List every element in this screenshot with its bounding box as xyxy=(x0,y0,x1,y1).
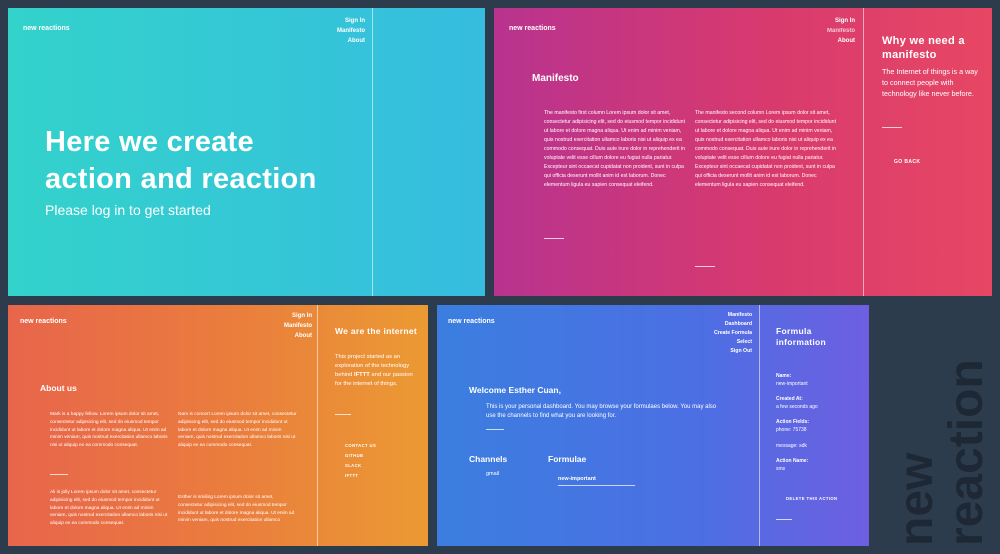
nav-about[interactable]: About xyxy=(284,331,312,341)
home-headline: Here we create action and reaction xyxy=(45,124,317,198)
manifesto-side-title: Why we need a manifesto xyxy=(882,35,965,61)
watermark-word-1: new xyxy=(890,452,943,546)
formula-info-fields: Name: new-important Created At: a few se… xyxy=(776,373,864,473)
field-label: Action Fields: xyxy=(776,419,810,426)
watermark-word-2: reaction xyxy=(940,359,988,546)
nav-dashboard[interactable]: Dashboard xyxy=(714,320,752,329)
home-screen: new reactions Sign In Manifesto About He… xyxy=(8,8,485,296)
rule xyxy=(695,266,715,267)
dashboard-screen: new reactions Manifesto Dashboard Create… xyxy=(437,305,869,546)
nav-sign-in[interactable]: Sign In xyxy=(337,16,365,26)
nav-sign-out[interactable]: Sign Out xyxy=(714,347,752,356)
rule xyxy=(50,474,68,475)
headline-line-1: Here we create xyxy=(45,126,254,158)
nav-about[interactable]: About xyxy=(827,36,855,46)
manifesto-screen: new reactions Sign In Manifesto About Ma… xyxy=(494,8,992,296)
about-para-2: Nam is concert Lorem ipsum dolor sit ame… xyxy=(178,412,297,449)
field-value: new-important xyxy=(776,380,808,387)
brand-logo[interactable]: new reactions xyxy=(20,318,67,325)
nav-manifesto[interactable]: Manifesto xyxy=(714,311,752,320)
nav-manifesto[interactable]: Manifesto xyxy=(827,26,855,36)
formula-item[interactable]: new-important xyxy=(558,476,635,486)
manifesto-title: Manifesto xyxy=(532,73,579,84)
rule xyxy=(882,127,902,128)
field-value: sms xyxy=(776,465,786,472)
rule xyxy=(776,519,792,520)
welcome-title: Welcome Esther Cuan, xyxy=(469,385,561,395)
field-label: Action Name: xyxy=(776,458,809,465)
field-label: Created At: xyxy=(776,396,803,403)
nav-create-formula[interactable]: Create Formula xyxy=(714,329,752,338)
field-label: Name: xyxy=(776,373,792,379)
field-value: message: sdk xyxy=(776,442,807,449)
dashboard-nav: Manifesto Dashboard Create Formula Selec… xyxy=(714,311,752,356)
brand-logo[interactable]: new reactions xyxy=(509,25,556,32)
divider xyxy=(317,305,318,546)
rule xyxy=(544,238,564,239)
about-para-4: Esther is smiling Lorem ipsum dolor sit … xyxy=(178,495,295,524)
about-screen: new reactions Sign In Manifesto About Ab… xyxy=(8,305,428,546)
field-value: phone: 75738 xyxy=(776,426,807,433)
nav-sign-in[interactable]: Sign In xyxy=(827,16,855,26)
about-para-3: Ali is jolly Lorem ipsum dolor sit amet,… xyxy=(50,490,168,527)
link-ifttt[interactable]: IFTTT xyxy=(345,471,376,481)
delete-action-button[interactable]: DELETE THIS ACTION xyxy=(786,496,837,501)
formula-info-title: Formula information xyxy=(776,326,827,347)
home-subtitle: Please log in to get started xyxy=(45,202,211,218)
rule xyxy=(486,429,504,430)
manifesto-side-text: The Internet of things is a way to conne… xyxy=(882,67,978,98)
link-slack[interactable]: SLACK xyxy=(345,461,376,471)
manifesto-column-1: The manifesto first column Lorem ipsum d… xyxy=(544,110,686,188)
nav-manifesto[interactable]: Manifesto xyxy=(337,26,365,36)
nav-manifesto[interactable]: Manifesto xyxy=(284,321,312,331)
about-links: CONTACT US GITHUB SLACK IFTTT xyxy=(345,441,376,481)
nav-about[interactable]: About xyxy=(337,36,365,46)
manifesto-column-2: The manifesto second column Lorem ipsum … xyxy=(695,110,837,188)
divider xyxy=(759,305,760,546)
link-contact-us[interactable]: CONTACT US xyxy=(345,441,376,451)
field-value: a few seconds ago xyxy=(776,403,818,410)
channels-title: Channels xyxy=(469,454,508,464)
formulae-title: Formulae xyxy=(548,454,587,464)
about-side-title: We are the internet xyxy=(335,326,418,336)
channel-item[interactable]: gmail xyxy=(486,471,499,477)
dashboard-intro: This is your personal dashboard. You may… xyxy=(486,404,717,419)
nav-sign-in[interactable]: Sign In xyxy=(284,311,312,321)
manifesto-nav: Sign In Manifesto About xyxy=(827,16,855,46)
watermark: new reaction xyxy=(890,320,993,548)
divider xyxy=(863,8,864,296)
rule xyxy=(335,414,351,415)
home-nav: Sign In Manifesto About xyxy=(337,16,365,46)
brand-logo[interactable]: new reactions xyxy=(448,318,495,325)
go-back-button[interactable]: GO BACK xyxy=(894,159,920,165)
nav-select[interactable]: Select xyxy=(714,338,752,347)
brand-logo[interactable]: new reactions xyxy=(23,25,70,32)
about-para-1: Mark is a happy fellow. Lorem ipsum dolo… xyxy=(50,412,168,449)
link-github[interactable]: GITHUB xyxy=(345,451,376,461)
headline-line-2: action and reaction xyxy=(45,163,317,195)
about-side-text: This project started as an exploration o… xyxy=(335,354,413,387)
divider xyxy=(372,8,373,296)
about-nav: Sign In Manifesto About xyxy=(284,311,312,341)
about-title: About us xyxy=(40,383,77,393)
